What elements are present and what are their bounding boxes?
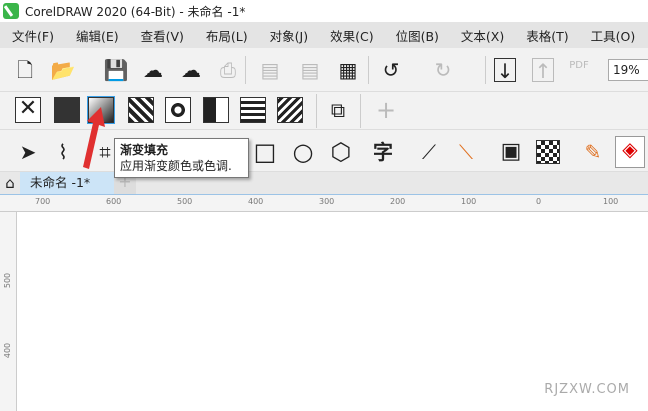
menu-tools[interactable]: 工具(O) (591, 26, 636, 45)
menu-effects[interactable]: 效果(C) (330, 26, 373, 45)
title-bar: CorelDRAW 2020 (64-Bit) - 未命名 -1* (0, 0, 648, 22)
drop-shadow-tool-icon[interactable]: ▣ (498, 140, 524, 164)
two-color-pattern-fill-icon[interactable] (203, 97, 229, 123)
add-icon[interactable]: + (373, 98, 399, 122)
print-icon[interactable]: ⎙ (215, 58, 241, 82)
menu-text[interactable]: 文本(X) (461, 26, 504, 45)
window-title: CorelDRAW 2020 (64-Bit) - 未命名 -1* (25, 4, 246, 19)
document-tab[interactable]: 未命名 -1* (20, 172, 114, 194)
postscript-fill-icon[interactable] (277, 97, 303, 123)
menu-bitmaps[interactable]: 位图(B) (396, 26, 439, 45)
cut-icon[interactable]: ▤ (257, 58, 283, 82)
dimension-tool-icon[interactable]: ⟋ (416, 140, 442, 164)
paste-icon[interactable]: ▦ (335, 58, 361, 82)
export-icon[interactable]: ↑ (532, 58, 554, 83)
rectangle-tool-icon[interactable]: □ (252, 140, 278, 164)
vector-pattern-fill-icon[interactable] (128, 97, 154, 123)
vertical-ruler: 500 400 (0, 212, 17, 411)
connector-tool-icon[interactable]: ⟍ (453, 140, 479, 164)
coreldraw-logo-icon (3, 3, 19, 19)
polygon-tool-icon[interactable]: ⬡ (328, 140, 354, 164)
fill-settings-icon[interactable]: ⧉ (325, 98, 351, 122)
save-icon[interactable]: 💾 (103, 58, 129, 82)
menu-file[interactable]: 文件(F) (12, 26, 54, 45)
menu-edit[interactable]: 编辑(E) (76, 26, 119, 45)
fountain-fill-tooltip: 渐变填充 应用渐变颜色或色调. (114, 138, 249, 178)
shape-tool-icon[interactable]: ⌇ (50, 140, 76, 164)
eyedropper-tool-icon[interactable]: ✎ (580, 140, 606, 164)
new-document-icon[interactable]: 🗋 (12, 58, 38, 82)
watermark: RJZXW.COM (544, 382, 630, 397)
no-fill-icon[interactable]: ✕ (15, 97, 41, 123)
transparency-tool-icon[interactable] (536, 140, 560, 164)
undo-icon[interactable]: ↺ (378, 58, 404, 82)
menu-object[interactable]: 对象(J) (270, 26, 308, 45)
open-folder-icon[interactable]: 📂 (50, 58, 76, 82)
document-tab-bar: ⌂ 未命名 -1* + (0, 170, 648, 194)
text-tool-icon[interactable]: 字 (370, 140, 396, 164)
publish-pdf-icon[interactable]: PDF (566, 60, 592, 72)
zoom-level-input[interactable]: 19% (608, 59, 648, 81)
cloud-upload-icon[interactable]: ☁ (178, 58, 204, 82)
menu-view[interactable]: 查看(V) (141, 26, 184, 45)
horizontal-ruler: 700 600 500 400 300 200 100 0 100 (0, 194, 648, 212)
red-arrow-annotation (83, 107, 105, 169)
menu-layout[interactable]: 布局(L) (206, 26, 248, 45)
pick-tool-icon[interactable]: ➤ (15, 140, 41, 164)
tooltip-title: 渐变填充 (120, 143, 169, 157)
import-icon[interactable]: ↓ (494, 58, 516, 83)
bitmap-pattern-fill-icon[interactable] (165, 97, 191, 123)
menu-table[interactable]: 表格(T) (526, 26, 568, 45)
tooltip-description: 应用渐变颜色或色调. (120, 159, 232, 173)
interactive-fill-tool-icon[interactable]: ◈ (615, 136, 645, 168)
texture-fill-icon[interactable] (240, 97, 266, 123)
cloud-download-icon[interactable]: ☁ (140, 58, 166, 82)
ellipse-tool-icon[interactable]: ○ (290, 140, 316, 164)
redo-icon[interactable]: ↻ (430, 58, 456, 82)
copy-icon[interactable]: ▤ (297, 58, 323, 82)
standard-toolbar: 🗋 📂 💾 ☁ ☁ ⎙ ▤ ▤ ▦ ↺ ↻ ↓ ↑ PDF 19% (0, 48, 648, 92)
menu-bar: 文件(F) 编辑(E) 查看(V) 布局(L) 对象(J) 效果(C) 位图(B… (0, 22, 648, 48)
